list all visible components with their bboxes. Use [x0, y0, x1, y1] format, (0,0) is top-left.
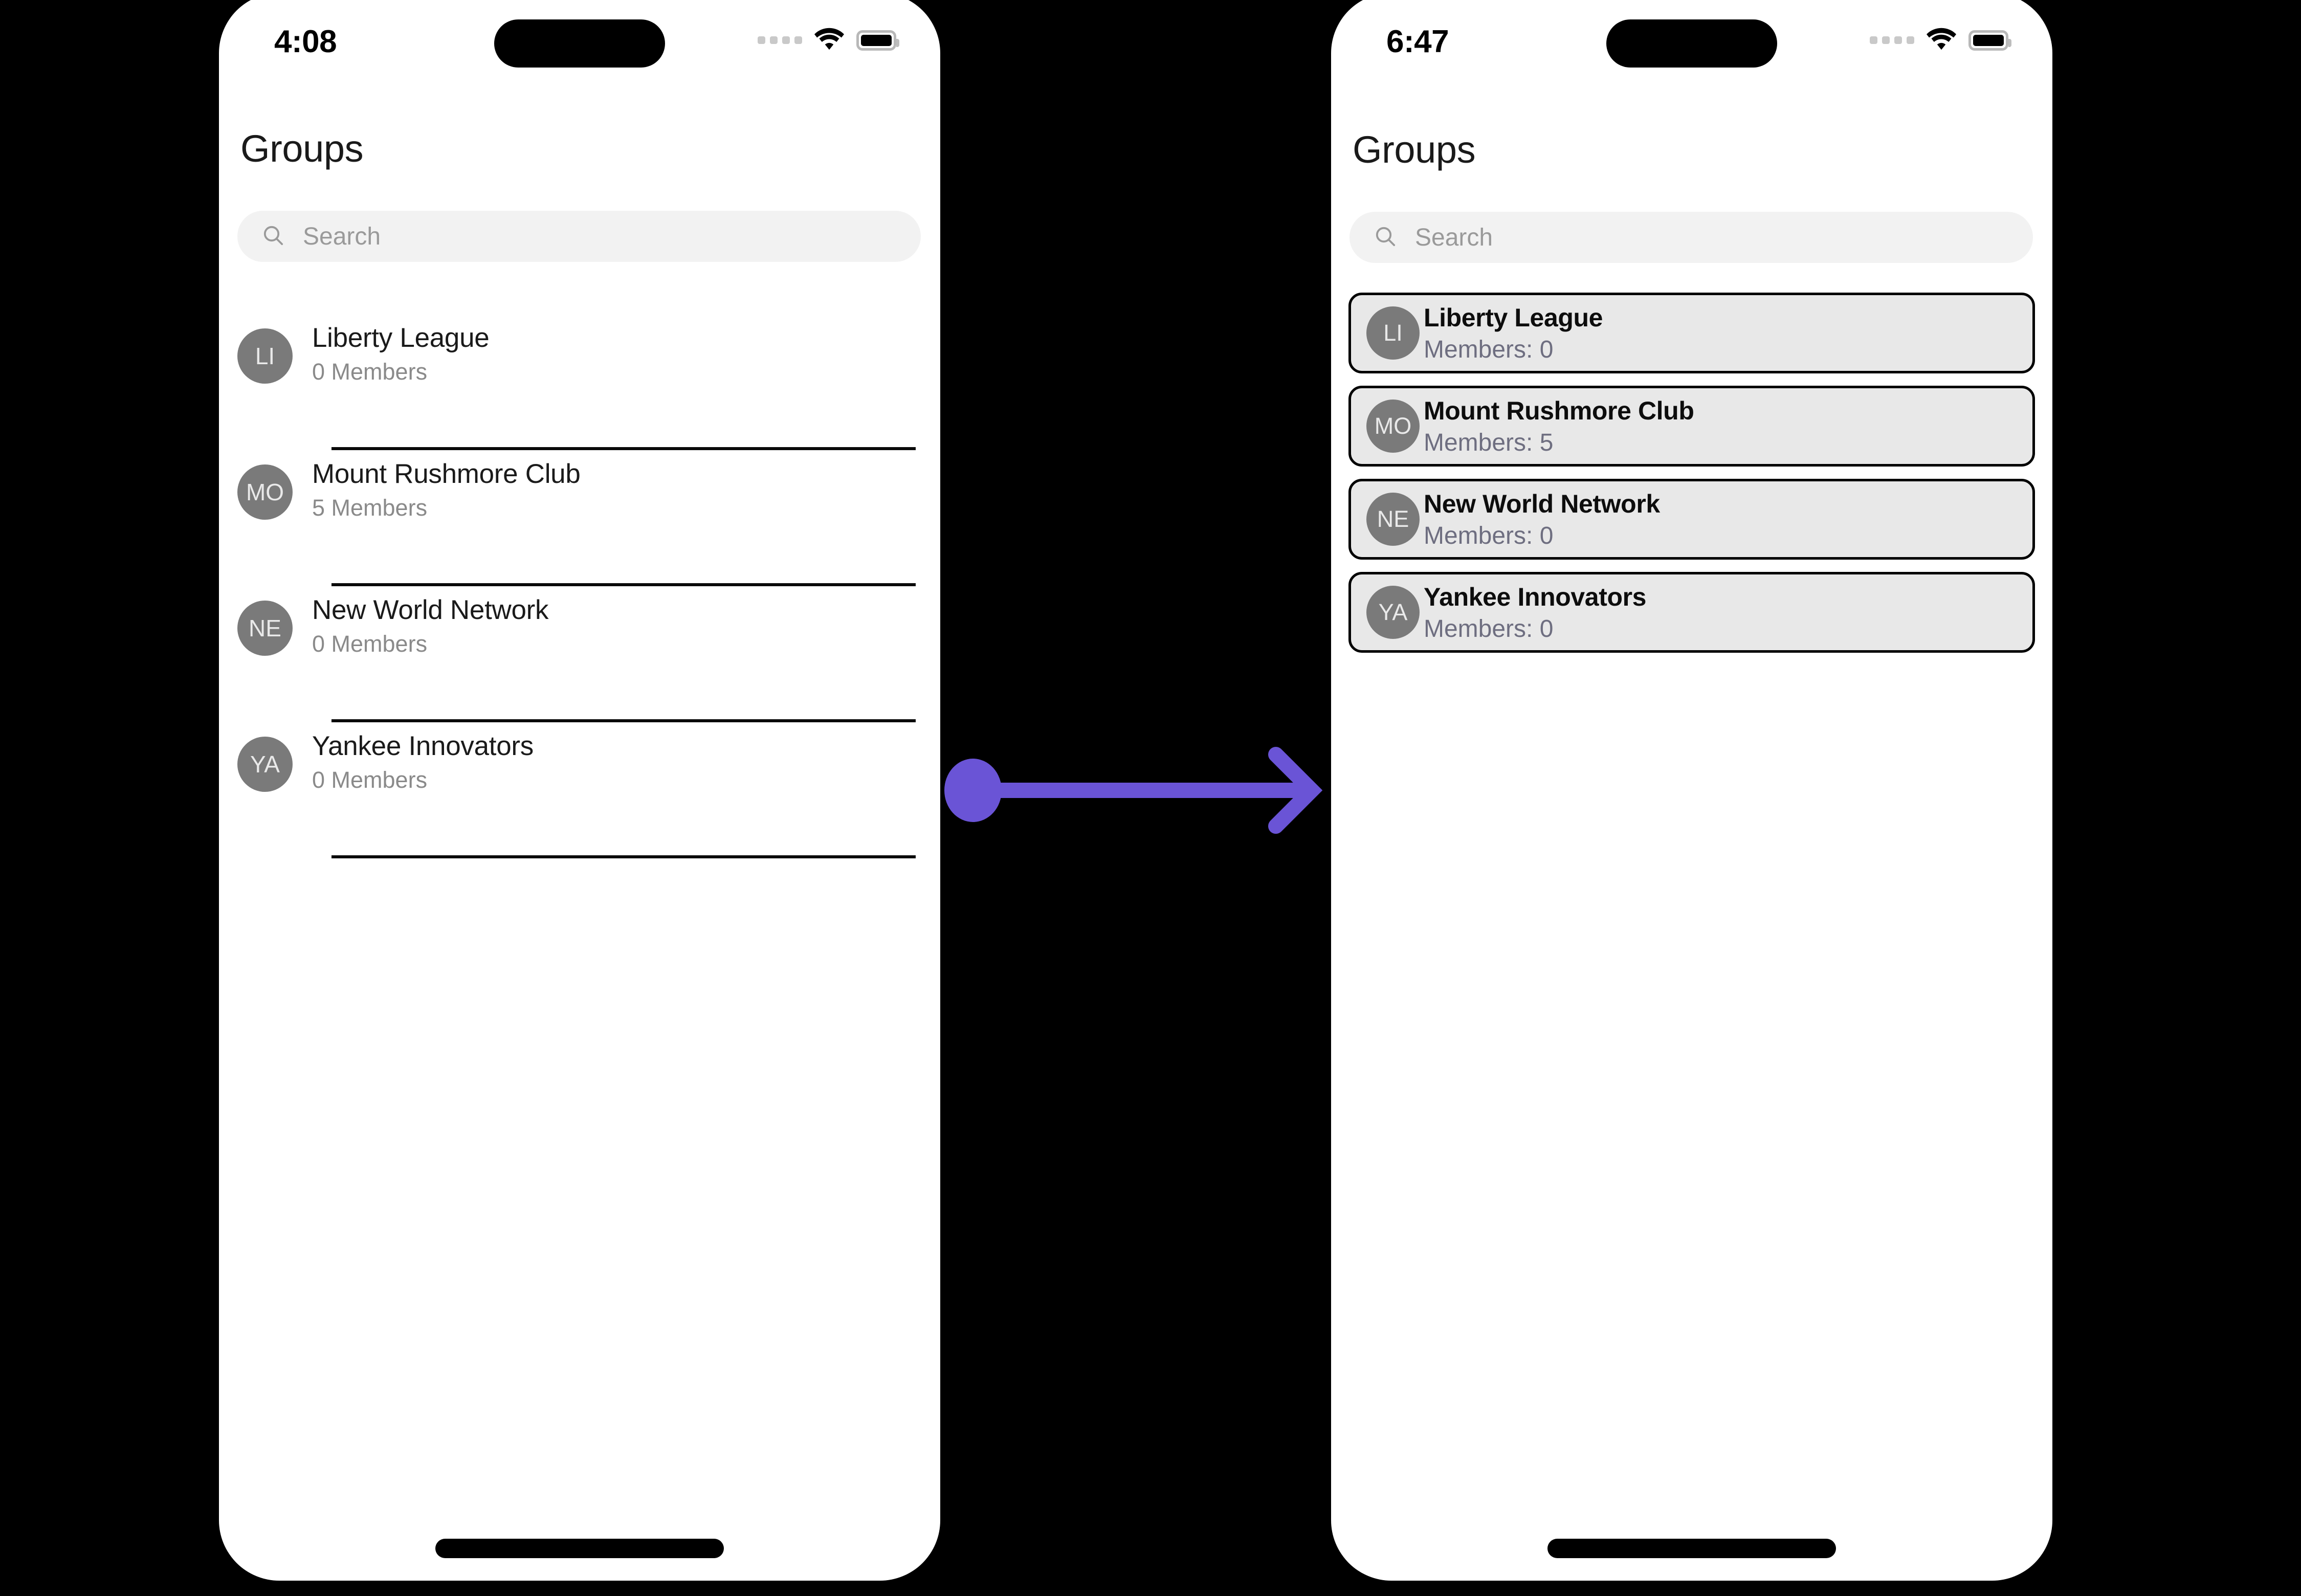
groups-list-cards: LI Liberty League Members: 0 MO Mount Ru…	[1331, 293, 2052, 653]
group-name: Mount Rushmore Club	[312, 459, 581, 489]
search-icon	[1373, 224, 1398, 251]
battery-icon	[1968, 30, 2011, 51]
search-input[interactable]: Search	[1349, 212, 2033, 263]
group-name: Yankee Innovators	[1424, 582, 1647, 611]
battery-icon	[856, 30, 899, 51]
group-name: New World Network	[312, 595, 549, 625]
search-icon	[261, 223, 285, 250]
list-item-text: New World Network Members: 0	[1417, 489, 1660, 550]
list-item-text: Mount Rushmore Club Members: 5	[1417, 396, 1694, 457]
group-member-count: 0 Members	[312, 359, 428, 385]
status-icons	[758, 28, 899, 53]
avatar: NE	[1366, 493, 1420, 546]
list-item-text: Liberty League 0 Members	[312, 319, 490, 385]
page-title: Groups	[240, 127, 364, 170]
wifi-icon	[814, 28, 844, 53]
group-member-count: 5 Members	[312, 495, 428, 521]
search-input[interactable]: Search	[237, 211, 921, 262]
wifi-icon	[1927, 28, 1956, 53]
search-placeholder: Search	[1415, 224, 1493, 251]
dynamic-island	[494, 19, 665, 68]
home-indicator[interactable]	[1547, 1539, 1836, 1558]
list-item[interactable]: YA Yankee Innovators 0 Members	[219, 722, 940, 858]
list-item-text: Yankee Innovators 0 Members	[312, 727, 534, 793]
status-icons	[1870, 28, 2011, 53]
dynamic-island	[1606, 19, 1777, 68]
phone-screen-before: 4:08 Groups Search LI Liberty League 0 M…	[219, 0, 940, 1581]
status-bar: 6:47	[1331, 0, 2052, 68]
avatar: NE	[237, 601, 293, 656]
avatar: LI	[1366, 306, 1420, 360]
groups-list-plain: LI Liberty League 0 Members MO Mount Rus…	[219, 314, 940, 858]
avatar: LI	[237, 328, 293, 384]
page-title: Groups	[1353, 128, 1476, 171]
search-placeholder: Search	[303, 223, 381, 250]
list-divider	[331, 855, 916, 858]
group-name: Mount Rushmore Club	[1424, 396, 1694, 425]
list-item[interactable]: YA Yankee Innovators Members: 0	[1348, 572, 2035, 653]
group-name: Yankee Innovators	[312, 731, 534, 761]
group-member-count: Members: 5	[1424, 429, 1554, 456]
list-item[interactable]: MO Mount Rushmore Club Members: 5	[1348, 386, 2035, 467]
phone-screen-after: 6:47 Groups Search LI Liberty League Mem…	[1331, 0, 2052, 1581]
list-item[interactable]: NE New World Network Members: 0	[1348, 479, 2035, 560]
avatar: MO	[237, 464, 293, 520]
status-bar: 4:08	[219, 0, 940, 68]
comparison-canvas: 4:08 Groups Search LI Liberty League 0 M…	[0, 0, 2301, 1596]
group-member-count: 0 Members	[312, 631, 428, 657]
list-item-text: Liberty League Members: 0	[1417, 303, 1603, 364]
list-item[interactable]: NE New World Network 0 Members	[219, 586, 940, 722]
list-item[interactable]: MO Mount Rushmore Club 5 Members	[219, 450, 940, 586]
list-item[interactable]: LI Liberty League Members: 0	[1348, 293, 2035, 373]
list-item[interactable]: LI Liberty League 0 Members	[219, 314, 940, 450]
group-name: New World Network	[1424, 489, 1660, 518]
group-name: Liberty League	[1424, 303, 1603, 332]
group-member-count: 0 Members	[312, 767, 428, 793]
list-item-text: Mount Rushmore Club 5 Members	[312, 455, 581, 521]
group-member-count: Members: 0	[1424, 522, 1554, 549]
home-indicator[interactable]	[435, 1539, 724, 1558]
group-name: Liberty League	[312, 323, 490, 353]
status-time: 4:08	[274, 24, 337, 59]
cellular-dots-icon	[1870, 36, 1914, 44]
avatar: YA	[237, 737, 293, 792]
cellular-dots-icon	[758, 36, 802, 44]
list-item-text: Yankee Innovators Members: 0	[1417, 582, 1646, 643]
avatar: MO	[1366, 400, 1420, 453]
group-member-count: Members: 0	[1424, 615, 1554, 642]
group-member-count: Members: 0	[1424, 336, 1554, 363]
transition-arrow	[944, 744, 1323, 836]
status-time: 6:47	[1386, 24, 1449, 59]
avatar: YA	[1366, 586, 1420, 639]
list-item-text: New World Network 0 Members	[312, 591, 549, 657]
